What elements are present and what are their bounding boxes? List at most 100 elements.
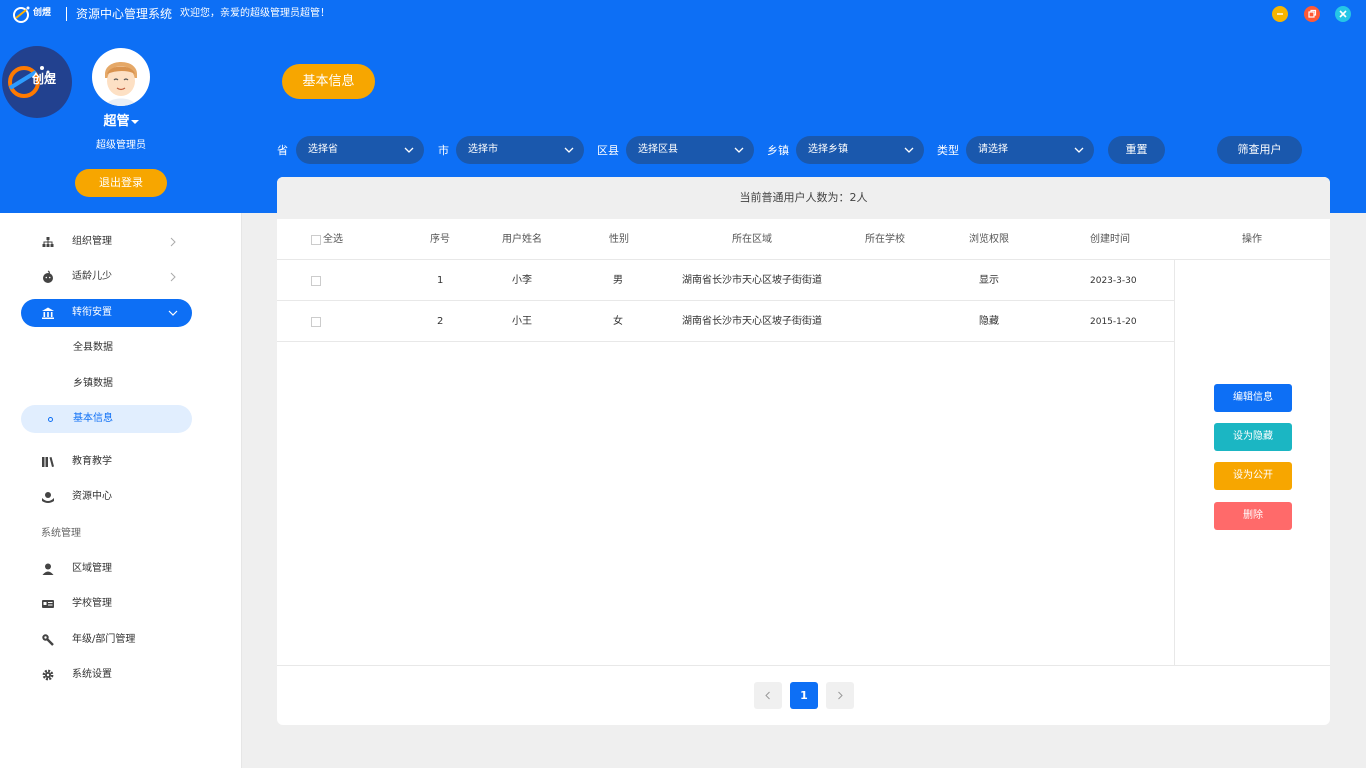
logo-text: 创煜 [33,8,52,18]
id-card-icon [42,600,54,608]
cell-created: 2023-3-30 [1090,276,1137,286]
restore-icon [1308,9,1317,18]
prev-page-button[interactable] [754,682,782,709]
sidebar-item-children[interactable]: 适龄儿少 [21,263,192,291]
cell-gender: 女 [613,316,623,327]
sidebar-item-resource-center[interactable]: 资源中心 [21,483,192,511]
province-label: 省 [277,144,288,157]
chevron-down-icon [734,147,744,153]
chevron-down-icon [168,310,178,316]
page-number-current[interactable]: 1 [790,682,818,709]
cell-region: 湖南省长沙市天心区坡子街街道 [682,275,822,286]
sidebar-item-label: 系统设置 [72,669,112,680]
cell-permission: 显示 [979,275,999,286]
row-checkbox[interactable] [311,317,321,327]
user-icon [42,563,54,575]
app-logo-small: 创煜 [12,4,54,24]
sidebar-item-transition[interactable]: 转衔安置 [21,299,192,327]
close-icon [1339,10,1347,18]
province-select[interactable]: 选择省 [296,136,424,164]
sidebar-item-label: 年级/部门管理 [72,634,136,645]
wrench-icon [42,634,54,646]
title-separator [66,7,67,21]
footer-divider [277,665,1330,666]
user-name[interactable]: 超管 [92,114,150,130]
city-select-value: 选择市 [468,144,498,155]
sidebar-item-grade-dept[interactable]: 年级/部门管理 [21,626,192,654]
column-header-school: 所在学校 [865,234,905,245]
town-label: 乡镇 [767,144,789,157]
province-select-value: 选择省 [308,144,338,155]
sidebar-item-org[interactable]: 组织管理 [21,228,192,256]
sidebar-item-label: 全县数据 [73,342,113,353]
gear-icon [42,669,54,681]
chevron-down-icon [404,147,414,153]
user-table-card: 当前普通用户人数为：2人 全选 序号 用户姓名 性别 所在区域 所在学校 浏览权… [277,177,1330,725]
sidebar-item-label: 基本信息 [73,413,113,424]
user-name-text: 超管 [103,114,130,129]
bank-icon [42,307,54,319]
type-select[interactable]: 请选择 [966,136,1094,164]
sidebar-item-school[interactable]: 学校管理 [21,590,192,618]
chevron-right-icon [170,272,176,282]
row-divider [277,341,1174,342]
resource-icon [42,492,54,503]
sidebar-item-education[interactable]: 教育教学 [21,448,192,476]
chevron-down-icon [564,147,574,153]
set-public-button[interactable]: 设为公开 [1214,462,1292,490]
city-select[interactable]: 选择市 [456,136,584,164]
app-name: 资源中心管理系统 [76,7,173,21]
city-label: 市 [438,144,449,157]
column-header-created: 创建时间 [1090,234,1130,245]
set-hidden-button[interactable]: 设为隐藏 [1214,423,1292,451]
town-select[interactable]: 选择乡镇 [796,136,924,164]
filter-users-button[interactable]: 筛查用户 [1217,136,1302,164]
sidebar-item-label: 教育教学 [72,456,112,467]
edit-info-button[interactable]: 编辑信息 [1214,384,1292,412]
column-header-gender: 性别 [609,234,629,245]
sidebar-item-region[interactable]: 区域管理 [21,555,192,583]
column-header-select-all[interactable]: 全选 [323,234,343,246]
close-button[interactable] [1335,6,1351,22]
column-header-region: 所在区域 [732,234,772,245]
county-select[interactable]: 选择区县 [626,136,754,164]
books-icon [42,457,54,467]
sidebar-subitem-county-data[interactable]: 全县数据 [21,334,192,362]
sidebar-subitem-basic-info[interactable]: 基本信息 [21,405,192,433]
sidebar-item-settings[interactable]: 系统设置 [21,661,192,689]
sidebar-item-label: 适龄儿少 [72,271,112,282]
chevron-down-icon [904,147,914,153]
header-divider [277,259,1330,260]
next-page-button[interactable] [826,682,854,709]
cell-region: 湖南省长沙市天心区坡子街街道 [682,316,822,327]
cell-index: 1 [437,275,444,286]
user-count-summary: 当前普通用户人数为：2人 [277,177,1330,219]
chevron-right-icon [838,691,843,700]
restore-button[interactable] [1304,6,1320,22]
sidebar-item-label: 组织管理 [72,236,112,247]
caret-down-icon [130,120,139,124]
minimize-button[interactable] [1272,6,1288,22]
cell-index: 2 [437,316,444,327]
sidebar-item-label: 学校管理 [72,598,112,609]
delete-button[interactable]: 删除 [1214,502,1292,530]
row-checkbox[interactable] [311,276,321,286]
actions-column-divider [1174,259,1175,665]
brand-logo: 创煜 [2,46,72,118]
type-select-value: 请选择 [978,144,1008,155]
select-all-checkbox[interactable] [311,235,321,245]
logout-button[interactable]: 退出登录 [75,169,167,197]
sidebar-subitem-town-data[interactable]: 乡镇数据 [21,370,192,398]
reset-button[interactable]: 重置 [1108,136,1165,164]
type-label: 类型 [937,144,959,157]
user-role: 超级管理员 [96,140,146,151]
avatar[interactable] [92,48,150,106]
row-divider [277,300,1174,301]
sidebar-item-label: 区域管理 [72,563,112,574]
page-title-tag[interactable]: 基本信息 [282,64,375,99]
county-select-value: 选择区县 [638,144,678,155]
welcome-text: 欢迎您，亲爱的超级管理员超管！ [180,8,330,19]
cell-permission: 隐藏 [979,316,999,327]
town-select-value: 选择乡镇 [808,144,848,155]
sidebar-item-label: 资源中心 [72,491,112,502]
